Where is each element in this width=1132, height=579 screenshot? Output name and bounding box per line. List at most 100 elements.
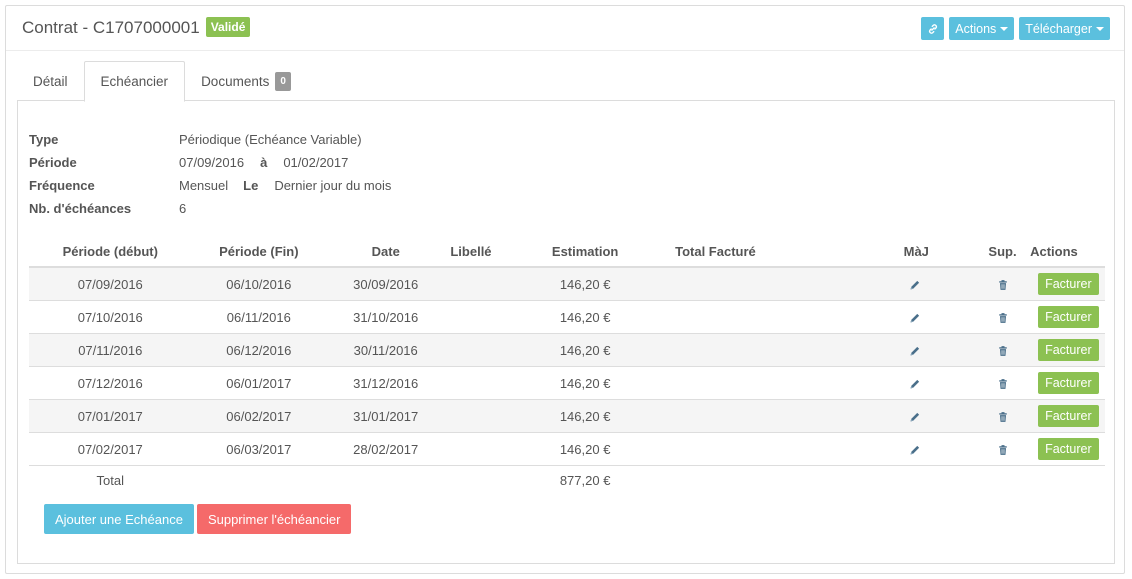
col-header-actions: Actions [1030, 236, 1105, 268]
cell-delete [974, 300, 1031, 334]
total-label: Total [29, 465, 192, 494]
total-empty-cell [673, 465, 758, 494]
table-total-row: Total 877,20 € [29, 465, 1105, 494]
schedule-tab-content: Type Périodique (Echéance Variable) Péri… [17, 100, 1115, 564]
info-row-type: Type Périodique (Echéance Variable) [29, 128, 391, 151]
cell-date: 30/09/2016 [326, 266, 446, 301]
total-empty-cell [974, 465, 1031, 494]
invoice-button[interactable]: Facturer [1038, 339, 1099, 361]
invoice-button[interactable]: Facturer [1038, 306, 1099, 328]
cell-estimate: 146,20 € [496, 333, 674, 367]
add-echeance-button[interactable]: Ajouter une Echéance [44, 504, 194, 534]
panel-header: Contrat - C1707000001 Validé Actions Télé… [6, 6, 1124, 51]
download-dropdown-button[interactable]: Télécharger [1019, 17, 1110, 40]
frequency-label: Fréquence [29, 178, 95, 193]
period-label: Période [29, 155, 77, 170]
pencil-icon[interactable] [909, 279, 921, 291]
cell-actions: Facturer [1030, 333, 1105, 367]
trash-icon[interactable] [997, 279, 1009, 291]
count-value: 6 [179, 201, 187, 216]
trash-icon[interactable] [997, 378, 1009, 390]
cell-end: 06/01/2017 [191, 366, 327, 400]
table-row: 07/12/2016 06/01/2017 31/12/2016 146,20 € Fa… [29, 366, 1105, 400]
cell-delete [974, 399, 1031, 433]
frequency-day: Dernier jour du mois [274, 178, 392, 193]
cell-actions: Facturer [1030, 300, 1105, 334]
cell-estimate: 146,20 € [496, 432, 674, 466]
cell-label [445, 366, 497, 400]
cell-label [445, 333, 497, 367]
cell-start: 07/12/2016 [29, 366, 192, 400]
col-header-delete: Sup. [974, 236, 1031, 268]
cell-update [757, 432, 975, 466]
cell-end: 06/02/2017 [191, 399, 327, 433]
trash-icon[interactable] [997, 345, 1009, 357]
table-row: 07/02/2017 06/03/2017 28/02/2017 146,20 € Fa… [29, 432, 1105, 466]
cell-update [757, 399, 975, 433]
table-row: 07/11/2016 06/12/2016 30/11/2016 146,20 € Fa… [29, 333, 1105, 367]
trash-icon[interactable] [997, 312, 1009, 324]
total-empty-cell [1030, 465, 1105, 494]
cell-total-billed [673, 333, 758, 367]
col-header-total-billed: Total Facturé [673, 236, 758, 268]
cell-start: 07/11/2016 [29, 333, 192, 367]
invoice-button[interactable]: Facturer [1038, 273, 1099, 295]
documents-count-badge: 0 [275, 71, 291, 91]
invoice-button[interactable]: Facturer [1038, 405, 1099, 427]
cell-date: 28/02/2017 [326, 432, 446, 466]
contract-title: Contrat - C1707000001 [22, 18, 200, 37]
invoice-button[interactable]: Facturer [1038, 372, 1099, 394]
cell-date: 31/12/2016 [326, 366, 446, 400]
caret-down-icon [1000, 26, 1009, 31]
cell-estimate: 146,20 € [496, 266, 674, 301]
cell-delete [974, 333, 1031, 367]
tab-documents[interactable]: Documents 0 [185, 61, 307, 101]
pencil-icon[interactable] [909, 312, 921, 324]
link-button[interactable] [921, 17, 945, 40]
cell-date: 31/10/2016 [326, 300, 446, 334]
period-separator: à [260, 155, 268, 170]
period-end: 01/02/2017 [283, 155, 349, 170]
cell-delete [974, 266, 1031, 301]
trash-icon[interactable] [997, 444, 1009, 456]
cell-total-billed [673, 266, 758, 301]
tab-label: Documents [201, 73, 270, 89]
tab-echeancier[interactable]: Echéancier [83, 61, 186, 102]
delete-schedule-button[interactable]: Supprimer l'échéancier [196, 504, 352, 534]
cell-delete [974, 432, 1031, 466]
pencil-icon[interactable] [909, 444, 921, 456]
tab-bar: Détail Echéancier Documents 0 [17, 61, 307, 102]
cell-estimate: 146,20 € [496, 300, 674, 334]
header-actions: Actions Télécharger [921, 17, 1110, 40]
cell-label [445, 300, 497, 334]
col-header-end: Période (Fin) [191, 236, 327, 268]
cell-update [757, 300, 975, 334]
total-empty-cell [757, 465, 975, 494]
status-badge: Validé [205, 17, 251, 37]
caret-down-icon [1096, 26, 1104, 31]
schedule-buttons: Ajouter une Echéance Supprimer l'échéanc… [44, 504, 352, 534]
cell-date: 30/11/2016 [326, 333, 446, 367]
pencil-icon[interactable] [909, 378, 921, 390]
schedule-info: Type Périodique (Echéance Variable) Péri… [29, 128, 391, 220]
cell-update [757, 266, 975, 301]
cell-actions: Facturer [1030, 399, 1105, 433]
cell-start: 07/09/2016 [29, 266, 192, 301]
actions-dropdown-button[interactable]: Actions [949, 17, 1015, 40]
cell-label [445, 266, 497, 301]
pencil-icon[interactable] [909, 345, 921, 357]
tab-detail[interactable]: Détail [17, 61, 84, 101]
invoice-button[interactable]: Facturer [1038, 438, 1099, 460]
cell-label [445, 432, 497, 466]
col-header-label: Libellé [445, 236, 497, 268]
col-header-date: Date [326, 236, 446, 268]
table-row: 07/09/2016 06/10/2016 30/09/2016 146,20 € Fa… [29, 266, 1105, 301]
count-label: Nb. d'échéances [29, 201, 132, 216]
frequency-value: Mensuel [179, 178, 229, 193]
total-value: 877,20 € [496, 465, 674, 494]
trash-icon[interactable] [997, 411, 1009, 423]
pencil-icon[interactable] [909, 411, 921, 423]
cell-start: 07/10/2016 [29, 300, 192, 334]
schedule-table: Période (début) Période (Fin) Date Libel… [29, 236, 1105, 494]
cell-end: 06/03/2017 [191, 432, 327, 466]
